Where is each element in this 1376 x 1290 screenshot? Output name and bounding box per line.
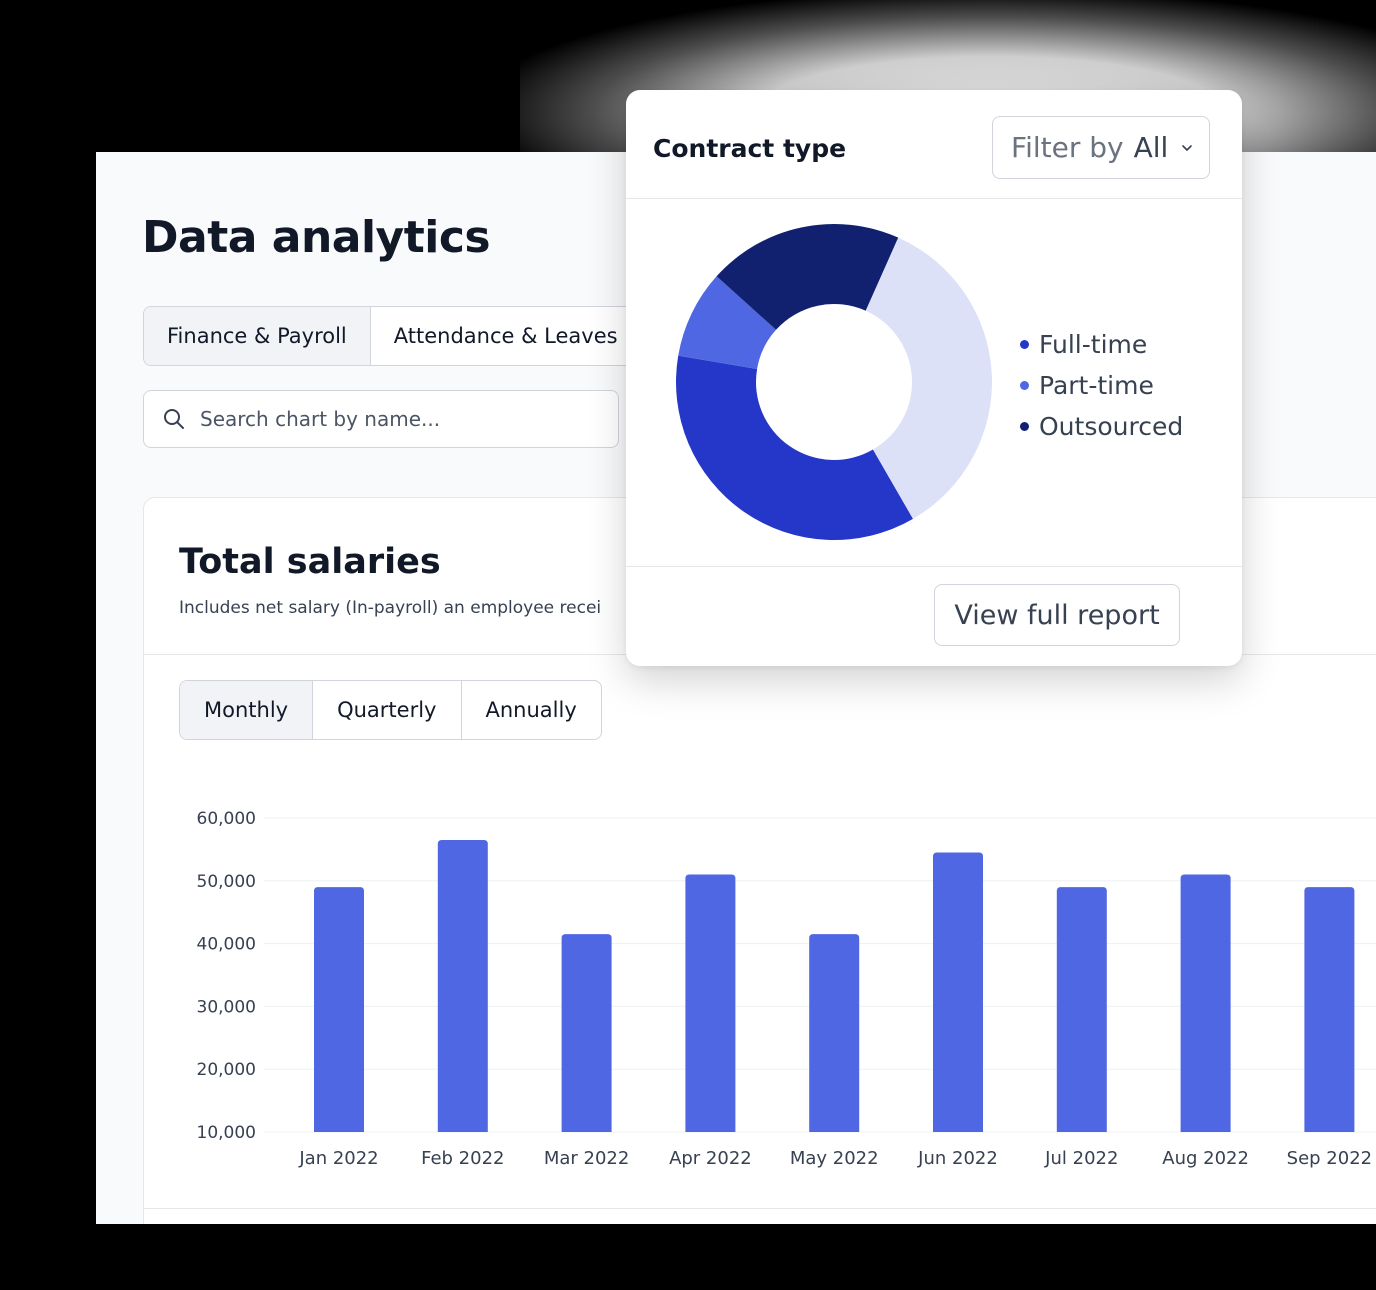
bar[interactable] [437,839,488,1132]
x-tick-label: Mar 2022 [544,1148,630,1169]
contract-type-popup: Contract type Filter by All Full-time Pa… [626,90,1242,666]
y-tick-label: 30,000 [197,997,256,1017]
bar[interactable] [1304,887,1355,1132]
legend-dot [1020,340,1029,349]
contract-donut-chart [676,224,992,540]
donut-legend: Full-time Part-time Outsourced [1020,324,1183,447]
filter-label: Filter by [1011,131,1124,164]
filter-dropdown[interactable]: Filter by All [992,116,1210,179]
legend-item-full-time: Full-time [1020,324,1183,365]
divider [626,198,1242,199]
x-tick-label: Aug 2022 [1162,1148,1249,1169]
legend-label: Outsourced [1039,412,1184,441]
legend-dot [1020,422,1029,431]
y-tick-label: 60,000 [197,809,256,829]
category-tabs: Finance & Payroll Attendance & Leaves [143,306,642,366]
bar[interactable] [314,887,364,1132]
x-tick-label: Apr 2022 [669,1148,752,1169]
tab-finance-payroll[interactable]: Finance & Payroll [144,307,370,365]
x-tick-label: Feb 2022 [421,1148,504,1169]
popup-title: Contract type [653,134,847,163]
legend-dot [1020,381,1029,390]
bar[interactable] [809,934,860,1132]
legend-item-part-time: Part-time [1020,365,1183,406]
x-tick-label: Jan 2022 [298,1148,378,1169]
legend-label: Full-time [1039,330,1148,359]
divider [144,1208,1376,1209]
page-title: Data analytics [142,212,491,263]
search-box [143,390,619,448]
legend-label: Part-time [1039,371,1154,400]
bar[interactable] [1180,874,1231,1132]
search-icon [164,409,184,429]
bar[interactable] [933,852,983,1132]
tab-attendance-leaves[interactable]: Attendance & Leaves [369,307,641,365]
divider [626,566,1242,567]
x-tick-label: May 2022 [790,1148,879,1169]
bar[interactable] [561,934,612,1132]
x-tick-label: Jul 2022 [1044,1148,1118,1169]
y-tick-label: 40,000 [197,935,256,955]
filter-value: All [1133,131,1169,164]
y-tick-label: 20,000 [197,1060,256,1080]
x-tick-label: Sep 2022 [1287,1148,1372,1169]
chevron-down-icon [1182,144,1193,151]
search-input[interactable] [200,407,600,431]
y-tick-label: 10,000 [197,1123,256,1143]
bar[interactable] [1056,887,1107,1132]
x-tick-label: Jun 2022 [917,1148,998,1169]
view-full-report-button[interactable]: View full report [934,584,1180,646]
bar[interactable] [685,874,736,1132]
y-tick-label: 50,000 [197,872,256,892]
legend-item-outsourced: Outsourced [1020,406,1183,447]
